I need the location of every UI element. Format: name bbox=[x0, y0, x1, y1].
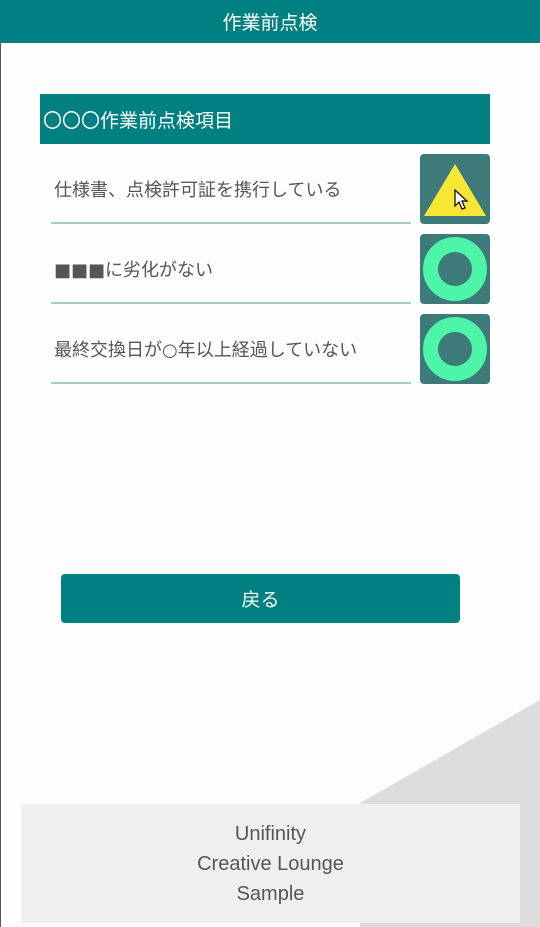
footer-box: Unifinity Creative Lounge Sample bbox=[21, 804, 520, 923]
checklist-item-label: 最終交換日が○年以上経過していない bbox=[54, 340, 358, 361]
status-toggle-button[interactable] bbox=[420, 154, 490, 224]
footer-line: Unifinity bbox=[234, 822, 307, 845]
footer-line: Sample bbox=[236, 882, 305, 905]
footer-line: Creative Lounge bbox=[197, 852, 344, 875]
status-toggle-button[interactable] bbox=[420, 234, 490, 304]
checklist-item: ■■■に劣化がない bbox=[0, 234, 540, 304]
back-button[interactable]: 戻る bbox=[61, 574, 460, 623]
mouse-pointer-icon bbox=[454, 189, 469, 210]
page-title: 作業前点検 bbox=[222, 12, 318, 34]
section-header: 〇〇〇作業前点検項目 bbox=[40, 94, 490, 144]
checklist-item: 最終交換日が○年以上経過していない bbox=[0, 314, 540, 384]
item-underline bbox=[51, 382, 411, 384]
app-header: 作業前点検 bbox=[0, 0, 540, 43]
checklist-item-label: ■■■に劣化がない bbox=[54, 260, 214, 281]
circle-icon bbox=[423, 317, 487, 381]
status-toggle-button[interactable] bbox=[420, 314, 490, 384]
checklist-item-label: 仕様書、点検許可証を携行している bbox=[54, 180, 342, 201]
item-underline bbox=[51, 302, 411, 304]
circle-icon bbox=[423, 237, 487, 301]
section-title: 〇〇〇作業前点検項目 bbox=[43, 109, 234, 132]
item-underline bbox=[51, 222, 411, 224]
checklist-item: 仕様書、点検許可証を携行している bbox=[0, 154, 540, 224]
